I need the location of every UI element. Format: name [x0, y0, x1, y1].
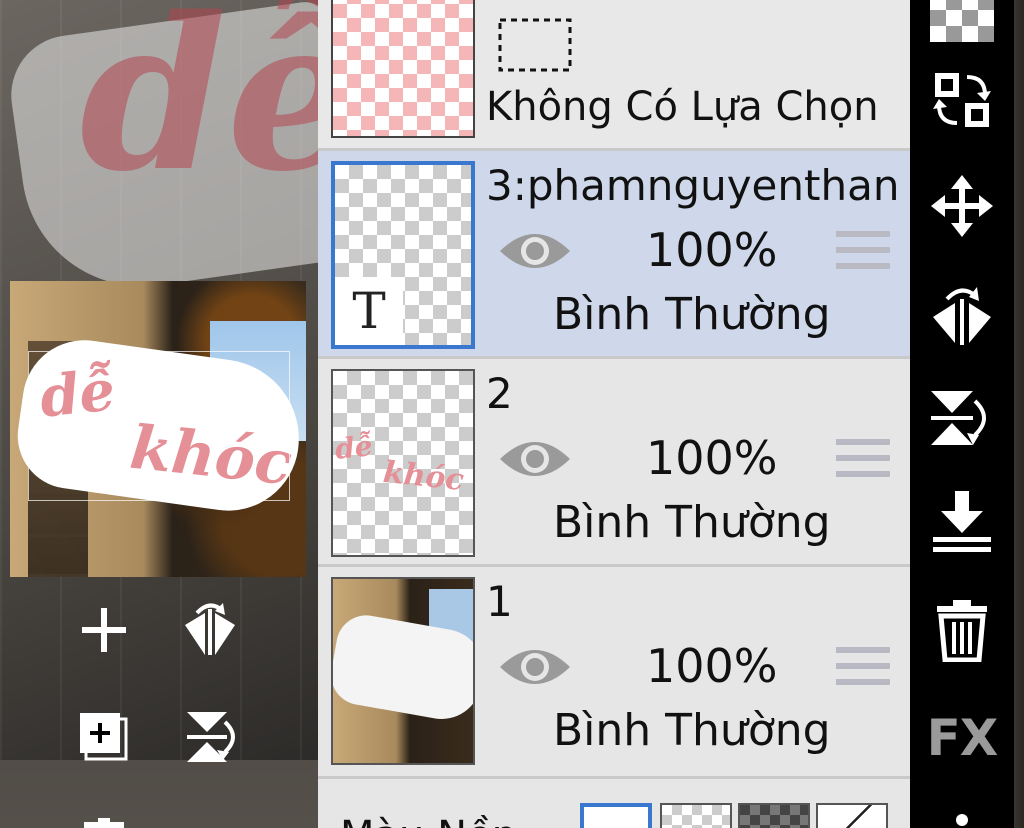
flip-vertical-icon — [187, 712, 235, 762]
layer-thumbnail-3: T — [331, 161, 475, 349]
layer-blend-mode[interactable]: Bình Thường — [553, 497, 831, 548]
thumb-word-2: khóc — [381, 454, 466, 499]
selection-thumbnail — [331, 0, 475, 138]
drag-handle-icon[interactable] — [836, 647, 890, 691]
drag-handle-icon[interactable] — [836, 439, 890, 483]
layer-row-1[interactable]: 1 100% Bình Thường — [318, 564, 910, 772]
swap-icon — [933, 73, 991, 127]
layer-thumbnail-1 — [331, 577, 475, 765]
bg-option-dark-checker[interactable] — [738, 803, 810, 828]
bg-option-white[interactable] — [580, 803, 652, 828]
checkerboard-icon — [930, 0, 994, 42]
add-layer-copy-button[interactable] — [72, 705, 136, 769]
drag-handle-icon[interactable] — [836, 231, 890, 275]
add-layer-button[interactable] — [72, 598, 136, 662]
plus-icon — [82, 608, 126, 652]
flip-vertical-button[interactable] — [910, 366, 1014, 470]
layer-preview-image: dễ khóc — [10, 281, 306, 577]
selection-layer-row[interactable]: Không Có Lựa Chọn — [318, 0, 910, 148]
merge-down-icon — [933, 491, 991, 552]
layers-panel: Không Có Lựa Chọn T 3:phamnguyenthan 100… — [318, 0, 910, 828]
bg-option-none[interactable] — [816, 803, 888, 828]
screen-edge — [1014, 0, 1024, 828]
flip-horizontal-left-button[interactable] — [178, 598, 242, 662]
add-copy-icon — [80, 713, 128, 761]
swap-layers-button[interactable] — [910, 48, 1014, 152]
flip-horizontal-icon — [185, 603, 235, 655]
flip-horizontal-button[interactable] — [910, 262, 1014, 366]
layer-opacity[interactable]: 100% — [646, 223, 778, 277]
fx-button[interactable]: FX — [910, 686, 1014, 790]
layer-blend-mode[interactable]: Bình Thường — [553, 705, 831, 756]
more-options-button[interactable] — [910, 790, 1014, 828]
delete-layer-left-button[interactable] — [72, 800, 136, 828]
canvas-large-text: dễ — [80, 0, 318, 218]
no-selection-label: Không Có Lựa Chọn — [486, 84, 879, 130]
visibility-eye-icon[interactable] — [498, 641, 572, 693]
flip-vertical-icon — [931, 391, 986, 445]
layer-opacity[interactable]: 100% — [646, 639, 778, 693]
move-arrows-icon — [931, 175, 993, 237]
layer-blend-mode[interactable]: Bình Thường — [553, 289, 831, 340]
flip-horizontal-icon — [933, 287, 991, 345]
layer-row-3[interactable]: T 3:phamnguyenthan 100% Bình Thường — [318, 148, 910, 356]
background-color-label: Màu Nền — [340, 813, 517, 828]
layer-thumbnail-2: dễ khóc — [331, 369, 475, 557]
thumb-word-1: dễ — [333, 429, 375, 466]
preview-selection-box — [28, 351, 290, 501]
layer-name: 3:phamnguyenthan — [486, 161, 900, 210]
visibility-eye-icon[interactable] — [498, 225, 572, 277]
move-layer-button[interactable] — [910, 154, 1014, 258]
delete-layer-button[interactable] — [910, 578, 1014, 682]
flip-vertical-left-button[interactable] — [178, 705, 242, 769]
dashed-selection-icon — [498, 18, 572, 72]
trash-icon — [937, 600, 987, 662]
fx-label: FX — [926, 709, 999, 767]
more-vertical-icon — [956, 814, 968, 826]
background-color-row: Màu Nền — [318, 776, 910, 828]
layer-opacity[interactable]: 100% — [646, 431, 778, 485]
merge-down-button[interactable] — [910, 470, 1014, 574]
bg-option-transparent[interactable] — [660, 803, 732, 828]
text-layer-icon: T — [335, 277, 403, 345]
layer-name: 1 — [486, 577, 513, 626]
visibility-eye-icon[interactable] — [498, 433, 572, 485]
layer-name: 2 — [486, 369, 513, 418]
trash-icon — [84, 818, 124, 828]
layer-row-2[interactable]: dễ khóc 2 100% Bình Thường — [318, 356, 910, 564]
